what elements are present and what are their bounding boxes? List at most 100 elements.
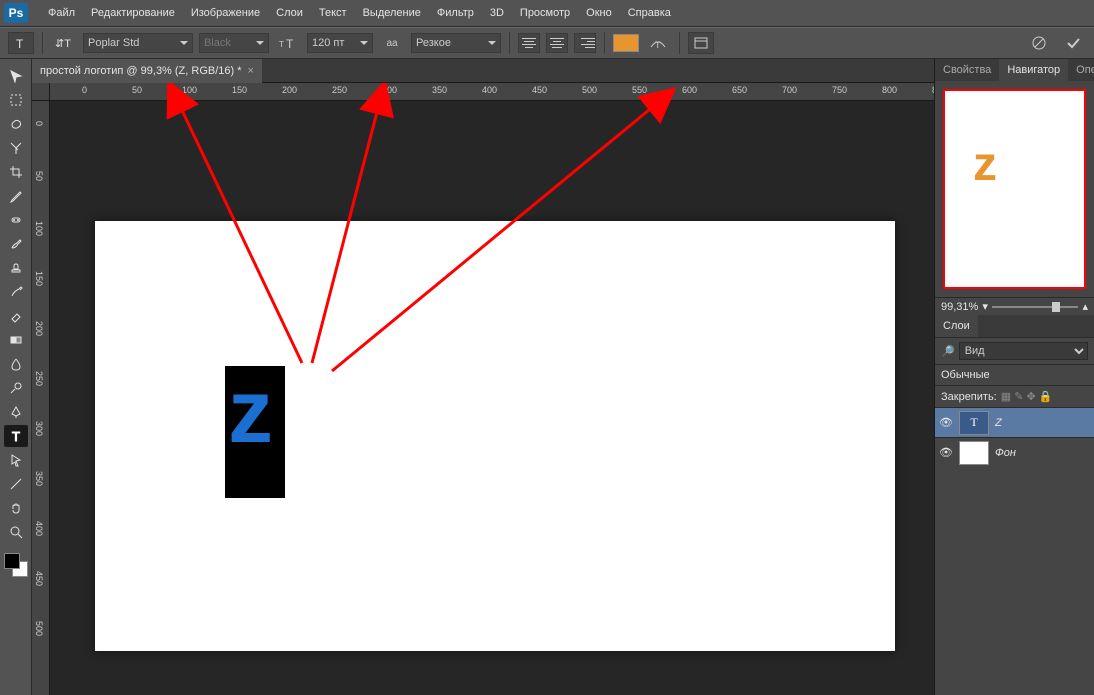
shape-tool[interactable] [4,473,28,495]
font-style-dropdown[interactable]: Black [199,33,269,53]
align-right-button[interactable] [574,33,596,53]
menu-окно[interactable]: Окно [578,0,620,27]
divider [42,32,43,54]
align-center-button[interactable] [546,33,568,53]
tool-preset-icon[interactable]: T [8,32,34,54]
font-size-dropdown[interactable]: 120 пт [307,33,373,53]
divider [604,32,605,54]
document-tabstrip: простой логотип @ 99,3% (Z, RGB/16) * × [32,59,934,83]
navigator-content: z [973,137,997,192]
svg-text:⇵T: ⇵T [55,38,71,50]
character-panel-icon[interactable] [688,32,714,54]
visibility-icon[interactable]: 👁 [939,446,953,459]
eyedropper-tool[interactable] [4,185,28,207]
canvas-viewport[interactable]: z [50,101,934,695]
layer-list: 👁 T Z👁 Фон [935,407,1094,467]
svg-text:T: T [286,37,294,50]
warp-text-icon[interactable]: T [645,32,671,54]
svg-text:T: T [12,429,20,443]
search-icon[interactable]: 🔎 [941,345,955,358]
svg-text:T: T [16,37,24,50]
layer-thumbnail[interactable]: T [959,411,989,435]
path-select-tool[interactable] [4,449,28,471]
blend-mode-label: Обычные [941,369,990,381]
menu-3d[interactable]: 3D [482,0,512,27]
lasso-tool[interactable] [4,113,28,135]
menu-фильтр[interactable]: Фильтр [429,0,482,27]
svg-text:T: T [279,40,284,49]
menubar: Ps ФайлРедактированиеИзображениеСлоиТекс… [0,0,1094,27]
hand-tool[interactable] [4,497,28,519]
ruler-horizontal[interactable]: 0501001502002503003504004505005506006507… [50,83,934,101]
wand-tool[interactable] [4,137,28,159]
dodge-tool[interactable] [4,377,28,399]
font-style-value: Black [204,37,231,49]
document-tab[interactable]: простой логотип @ 99,3% (Z, RGB/16) * × [32,59,262,83]
panel-tabs-layers: Слои [935,315,1094,337]
text-color-swatch[interactable] [613,34,639,52]
menu-файл[interactable]: Файл [40,0,83,27]
zoom-tool[interactable] [4,521,28,543]
menu-просмотр[interactable]: Просмотр [512,0,578,27]
type-tool[interactable]: T [4,425,28,447]
visibility-icon[interactable]: 👁 [939,416,953,429]
panel-tab-2[interactable]: Опе [1068,59,1094,81]
pen-tool[interactable] [4,401,28,423]
layer-row[interactable]: 👁 Фон [935,437,1094,467]
menu-выделение[interactable]: Выделение [355,0,429,27]
ruler-corner [32,83,50,101]
brush-tool[interactable] [4,233,28,255]
tab-layers[interactable]: Слои [935,315,978,337]
layer-kind-dropdown[interactable]: Вид [959,342,1088,360]
layer-name[interactable]: Фон [995,447,1090,459]
panel-tab-0[interactable]: Свойства [935,59,999,81]
menu-редактирование[interactable]: Редактирование [83,0,183,27]
menu-изображение[interactable]: Изображение [183,0,268,27]
zoom-value: 99,31% [941,301,978,313]
panel-tab-1[interactable]: Навигатор [999,59,1068,81]
move-tool[interactable] [4,65,28,87]
layer-row[interactable]: 👁 T Z [935,407,1094,437]
stamp-tool[interactable] [4,257,28,279]
lock-icons[interactable]: ▦ ✎ ✥ 🔒 [1001,390,1053,403]
app-logo: Ps [4,3,28,23]
layer-name[interactable]: Z [995,417,1090,429]
layers-blend-row: Обычные [935,364,1094,385]
layer-thumbnail[interactable] [959,441,989,465]
document-tab-title: простой логотип @ 99,3% (Z, RGB/16) * [40,65,242,77]
zoom-slider[interactable] [992,306,1079,308]
zoom-in-icon[interactable]: ▴ [1082,300,1088,313]
lock-label: Закрепить: [941,391,997,403]
history-brush-tool[interactable] [4,281,28,303]
close-icon[interactable]: × [248,65,254,77]
crop-tool[interactable] [4,161,28,183]
cancel-icon[interactable] [1026,32,1052,54]
layers-lock-row: Закрепить: ▦ ✎ ✥ 🔒 [935,385,1094,407]
blur-tool[interactable] [4,353,28,375]
align-left-button[interactable] [518,33,540,53]
eraser-tool[interactable] [4,305,28,327]
layers-filter-row: 🔎 Вид [935,337,1094,364]
text-layer-content[interactable]: z [228,361,273,464]
antialias-dropdown[interactable]: Резкое [411,33,501,53]
ruler-vertical[interactable]: 050100150200250300350400450500 [32,101,50,695]
menu-справка[interactable]: Справка [620,0,679,27]
options-bar: T ⇵T Poplar Std Black TT 120 пт aа Резко… [0,27,1094,59]
menu-слои[interactable]: Слои [268,0,311,27]
panel-tabs-top: СвойстваНавигаторОпе [935,59,1094,81]
text-orientation-icon[interactable]: ⇵T [51,32,77,54]
antialias-icon: aа [379,32,405,54]
font-size-value: 120 пт [312,37,344,49]
font-family-dropdown[interactable]: Poplar Std [83,33,193,53]
zoom-out-icon[interactable]: ▾ [982,300,988,313]
font-family-value: Poplar Std [88,37,139,49]
navigator-thumbnail[interactable]: z [943,89,1086,289]
gradient-tool[interactable] [4,329,28,351]
commit-icon[interactable] [1060,32,1086,54]
menu-текст[interactable]: Текст [311,0,355,27]
heal-tool[interactable] [4,209,28,231]
canvas[interactable]: z [95,221,895,651]
color-picker[interactable] [4,553,28,577]
navigator-zoom-bar: 99,31% ▾ ▴ [935,297,1094,315]
marquee-tool[interactable] [4,89,28,111]
